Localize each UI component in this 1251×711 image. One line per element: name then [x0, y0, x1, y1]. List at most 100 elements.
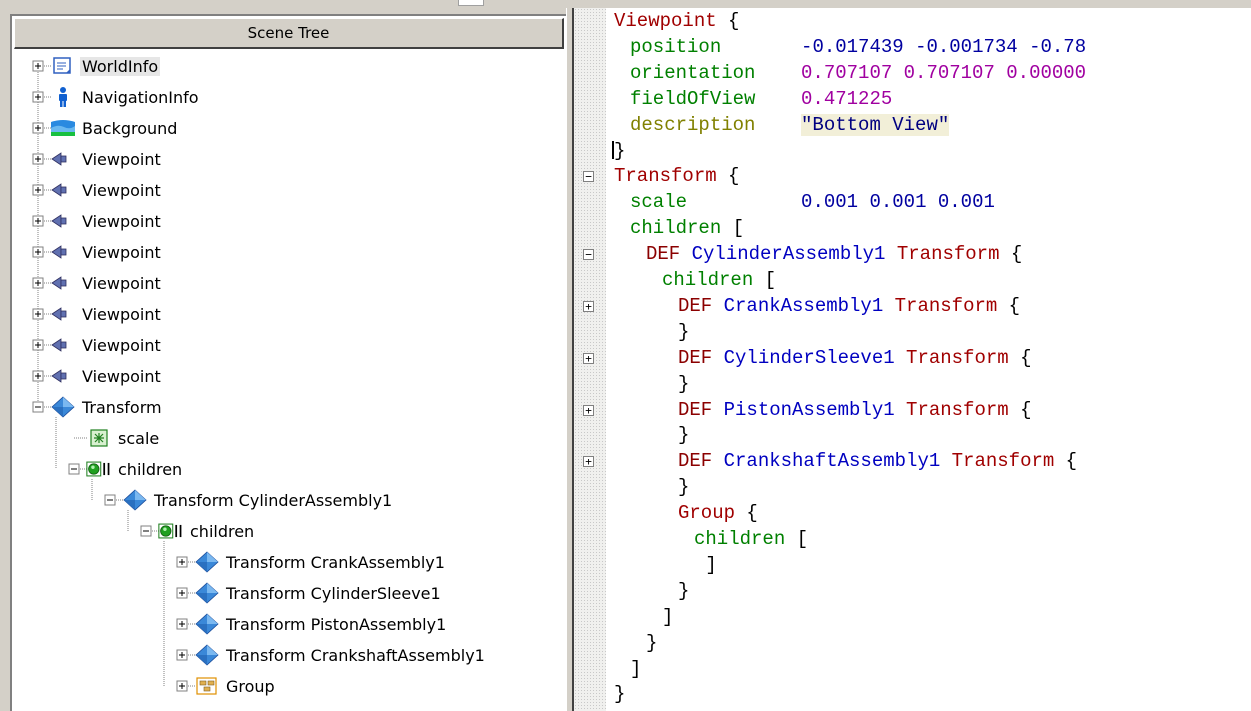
- expand-icon[interactable]: [32, 339, 44, 351]
- code-line[interactable]: }: [678, 371, 689, 397]
- pane-splitter[interactable]: [566, 8, 574, 711]
- collapse-icon[interactable]: [140, 525, 152, 537]
- collapse-icon[interactable]: [104, 494, 116, 506]
- code-line[interactable]: DEF CrankshaftAssembly1 Transform {: [678, 448, 1077, 474]
- code-token-punc: [885, 243, 896, 265]
- tree-node-viewpoint[interactable]: Viewpoint: [50, 269, 163, 297]
- expand-icon[interactable]: [32, 215, 44, 227]
- code-token-node: Transform: [614, 165, 717, 188]
- code-token-punc: [: [721, 217, 745, 240]
- tree-node-worldinfo[interactable]: WorldInfo: [50, 52, 161, 80]
- expand-icon[interactable]: [32, 246, 44, 258]
- tree-node-label: Group: [226, 676, 275, 696]
- tree-node-navigationinfo[interactable]: NavigationInfo: [50, 83, 201, 111]
- expand-icon[interactable]: [32, 60, 44, 72]
- code-line[interactable]: DEF CrankAssembly1 Transform {: [678, 293, 1020, 319]
- tree-node-label: Viewpoint: [82, 366, 161, 386]
- expand-icon[interactable]: [176, 680, 188, 692]
- worldinfo-icon: [50, 54, 76, 78]
- expand-icon[interactable]: [32, 122, 44, 134]
- tree-node-viewpoint[interactable]: Viewpoint: [50, 176, 163, 204]
- code-line[interactable]: DEF CylinderSleeve1 Transform {: [678, 345, 1031, 371]
- expand-icon[interactable]: [32, 370, 44, 382]
- code-line[interactable]: ]: [662, 604, 673, 630]
- tree-node-label: Transform CrankshaftAssembly1: [226, 645, 485, 665]
- expand-icon[interactable]: [32, 277, 44, 289]
- tree-node-transform-cylindersleeve1[interactable]: Transform CylinderSleeve1: [194, 579, 443, 607]
- code-line[interactable]: Transform {: [614, 163, 739, 189]
- tree-node-viewpoint[interactable]: Viewpoint: [50, 145, 163, 173]
- expand-icon[interactable]: [32, 308, 44, 320]
- code-token-punc: [895, 399, 906, 421]
- code-line[interactable]: orientation 0.707107 0.707107 0.00000: [630, 60, 1086, 86]
- tree-node-transform-crankshaftassembly1[interactable]: Transform CrankshaftAssembly1: [194, 641, 487, 669]
- expand-icon[interactable]: [176, 649, 188, 661]
- code-token-def: DEF: [678, 346, 724, 369]
- tree-node-viewpoint[interactable]: Viewpoint: [50, 331, 163, 359]
- code-line[interactable]: ]: [630, 656, 641, 682]
- fold-expand-icon[interactable]: +: [583, 456, 594, 468]
- code-editor-panel[interactable]: − − + + + + Viewpoint {position -0.017439 -0.…: [574, 8, 1251, 711]
- tree-node-background[interactable]: Background: [50, 114, 179, 142]
- tree-node-children[interactable]: children: [86, 455, 184, 483]
- code-line[interactable]: Viewpoint {: [614, 8, 739, 34]
- tree-node-viewpoint[interactable]: Viewpoint: [50, 207, 163, 235]
- expand-icon[interactable]: [32, 153, 44, 165]
- collapse-icon[interactable]: [32, 401, 44, 413]
- tree-node-transform-pistonassembly1[interactable]: Transform PistonAssembly1: [194, 610, 448, 638]
- tree-node-children[interactable]: children: [158, 517, 256, 545]
- tree-node-transform-crankassembly1[interactable]: Transform CrankAssembly1: [194, 548, 447, 576]
- code-token-punc: }: [614, 683, 626, 706]
- tree-node-scale[interactable]: scale: [86, 424, 161, 452]
- fold-expand-icon[interactable]: +: [583, 300, 594, 312]
- navigationinfo-icon: [50, 85, 76, 109]
- tree-node-label: scale: [118, 428, 160, 448]
- code-line[interactable]: }: [612, 138, 625, 164]
- fold-expand-icon[interactable]: +: [583, 404, 594, 416]
- code-line[interactable]: children [: [694, 526, 808, 552]
- tree-node-label: Transform CylinderAssembly1: [154, 490, 393, 510]
- code-line[interactable]: }: [678, 422, 689, 448]
- tree-node-viewpoint[interactable]: Viewpoint: [50, 300, 163, 328]
- top-tab-handle[interactable]: [458, 0, 484, 6]
- code-line[interactable]: children [: [662, 267, 776, 293]
- tree-node-transform-cylinderassembly1[interactable]: Transform CylinderAssembly1: [122, 486, 394, 514]
- fold-collapse-icon[interactable]: −: [583, 171, 594, 183]
- expand-icon[interactable]: [176, 587, 188, 599]
- scene-tree-header[interactable]: Scene Tree: [14, 18, 564, 49]
- code-token-punc: ]: [630, 657, 642, 680]
- code-line[interactable]: ]: [694, 552, 716, 578]
- background-icon: [50, 116, 76, 140]
- code-line[interactable]: description "Bottom View": [630, 112, 950, 138]
- code-line[interactable]: DEF PistonAssembly1 Transform {: [678, 397, 1031, 423]
- top-strip: [0, 0, 1251, 8]
- code-line[interactable]: }: [614, 681, 625, 707]
- code-line[interactable]: DEF CylinderAssembly1 Transform {: [646, 241, 1022, 267]
- fold-expand-icon[interactable]: +: [583, 352, 594, 364]
- code-line[interactable]: position -0.017439 -0.001734 -0.78: [630, 34, 1086, 60]
- code-token-num: 0.001 0.001 0.001: [801, 191, 995, 214]
- fold-collapse-icon[interactable]: −: [583, 249, 594, 261]
- code-line[interactable]: }: [678, 319, 689, 345]
- viewpoint-icon: [50, 364, 76, 388]
- code-token-num2: 0.471225: [801, 87, 893, 110]
- tree-node-viewpoint[interactable]: Viewpoint: [50, 238, 163, 266]
- expand-icon[interactable]: [176, 556, 188, 568]
- code-line[interactable]: Group {: [678, 500, 758, 526]
- tree-node-viewpoint[interactable]: Viewpoint: [50, 362, 163, 390]
- code-line[interactable]: }: [678, 578, 689, 604]
- tree-node-transform[interactable]: Transform: [50, 393, 164, 421]
- collapse-icon[interactable]: [68, 463, 80, 475]
- code-line[interactable]: fieldOfView 0.471225: [630, 86, 892, 112]
- expand-icon[interactable]: [32, 91, 44, 103]
- group-icon: [194, 674, 220, 698]
- children-icon: [158, 519, 184, 543]
- tree-node-group[interactable]: Group: [194, 672, 277, 700]
- code-line[interactable]: }: [646, 630, 657, 656]
- code-token-name: CylinderAssembly1: [691, 243, 886, 266]
- code-line[interactable]: }: [678, 474, 689, 500]
- code-line[interactable]: children [: [630, 215, 744, 241]
- code-line[interactable]: scale 0.001 0.001 0.001: [630, 189, 995, 215]
- expand-icon[interactable]: [32, 184, 44, 196]
- expand-icon[interactable]: [176, 618, 188, 630]
